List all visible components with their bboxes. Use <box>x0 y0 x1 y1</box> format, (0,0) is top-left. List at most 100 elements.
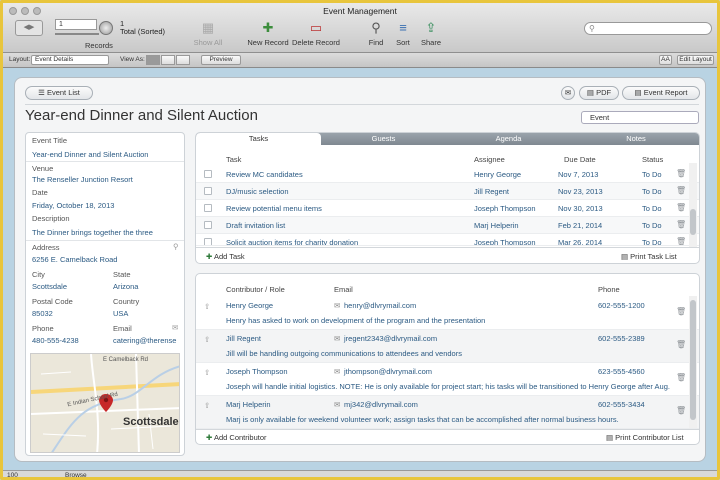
task-assignee[interactable]: Jill Regent <box>474 187 509 196</box>
trash-icon[interactable]: 🗑 <box>676 406 686 415</box>
contributor-phone[interactable]: 602-555-1200 <box>598 301 645 310</box>
trash-icon[interactable]: 🗑 <box>676 237 686 245</box>
record-slider-knob[interactable] <box>99 21 113 35</box>
drag-handle-icon[interactable]: ⇧ <box>204 401 210 410</box>
table-row[interactable]: Review MC candidates Henry George Nov 7,… <box>196 166 699 183</box>
sort-button[interactable]: ≡ Sort <box>394 20 412 47</box>
location-map[interactable]: E Camelback Rd E Indian School Rd Scotts… <box>30 353 180 453</box>
description-field[interactable]: The Dinner brings together the three <box>32 228 153 237</box>
trash-icon[interactable]: 🗑 <box>676 169 686 178</box>
task-complete-checkbox[interactable] <box>204 170 212 178</box>
envelope-icon[interactable]: ✉ <box>172 323 178 332</box>
layout-select[interactable]: Event Details <box>31 55 109 65</box>
tab-tasks[interactable]: Tasks <box>196 133 321 145</box>
trash-icon[interactable]: 🗑 <box>676 220 686 229</box>
share-button[interactable]: ⇪ Share <box>420 20 442 47</box>
contributor-email[interactable]: henry@dlvrymail.com <box>344 301 416 310</box>
delete-record-button[interactable]: ▭ Delete Record <box>292 20 340 47</box>
tab-notes[interactable]: Notes <box>571 133 699 145</box>
country-field[interactable]: USA <box>113 309 128 318</box>
task-status[interactable]: To Do <box>642 238 662 245</box>
edit-layout-button[interactable]: Edit Layout <box>677 55 714 65</box>
contributors-scrollbar[interactable] <box>689 296 697 428</box>
find-button[interactable]: ⚲ Find <box>367 20 385 47</box>
trash-icon[interactable]: 🗑 <box>676 373 686 382</box>
contributor-email[interactable]: jregent2343@dlvrymail.com <box>344 334 437 343</box>
trash-icon[interactable]: 🗑 <box>676 203 686 212</box>
task-due-date[interactable]: Nov 23, 2013 <box>558 187 603 196</box>
preview-button[interactable]: Preview <box>201 55 241 65</box>
record-number-input[interactable]: 1 <box>55 19 97 30</box>
task-complete-checkbox[interactable] <box>204 238 212 245</box>
mode-indicator[interactable]: Browse <box>65 471 87 477</box>
print-task-list-button[interactable]: ▤ Print Task List <box>621 252 677 261</box>
email-button[interactable]: ✉ <box>561 86 575 100</box>
task-name[interactable]: Review potential menu items <box>226 204 322 213</box>
table-row[interactable]: Draft invitation list Marj Helperin Feb … <box>196 217 699 234</box>
task-assignee[interactable]: Joseph Thompson <box>474 204 536 213</box>
task-status[interactable]: To Do <box>642 204 662 213</box>
record-slider[interactable] <box>55 33 99 35</box>
state-field[interactable]: Arizona <box>113 282 138 291</box>
zoom-level[interactable]: 100 <box>7 471 18 477</box>
drag-handle-icon[interactable]: ⇧ <box>204 302 210 311</box>
record-navigation-arrows[interactable]: ◀▶ <box>15 20 43 36</box>
scroll-thumb[interactable] <box>690 209 696 235</box>
table-row[interactable]: DJ/music selection Jill Regent Nov 23, 2… <box>196 183 699 200</box>
task-status[interactable]: To Do <box>642 170 662 179</box>
task-due-date[interactable]: Nov 30, 2013 <box>558 204 603 213</box>
envelope-icon[interactable]: ✉ <box>334 301 340 310</box>
table-row[interactable]: Review potential menu items Joseph Thomp… <box>196 200 699 217</box>
envelope-icon[interactable]: ✉ <box>334 400 340 409</box>
contributor-note[interactable]: Jill will be handling outgoing communica… <box>226 349 462 358</box>
event-title-field[interactable]: Year-end Dinner and Silent Auction <box>32 150 148 159</box>
contributor-email[interactable]: mj342@dlvrymail.com <box>344 400 418 409</box>
tab-guests[interactable]: Guests <box>321 133 446 145</box>
contributor-note[interactable]: Joseph will handle initial logistics. NO… <box>226 382 670 391</box>
venue-field[interactable]: The Renseller Junction Resort <box>32 175 133 184</box>
contributor-phone[interactable]: 623-555-4560 <box>598 367 645 376</box>
drag-handle-icon[interactable]: ⇧ <box>204 335 210 344</box>
list-view-button[interactable] <box>161 55 175 65</box>
contributor-note[interactable]: Henry has asked to work on development o… <box>226 316 485 325</box>
new-record-button[interactable]: ✚ New Record <box>247 20 289 47</box>
contributor-name[interactable]: Henry George <box>226 301 273 310</box>
event-list-button[interactable]: ☰ Event List <box>25 86 93 100</box>
task-complete-checkbox[interactable] <box>204 221 212 229</box>
table-row[interactable]: Solicit auction items for charity donati… <box>196 234 699 246</box>
scroll-thumb[interactable] <box>690 300 696 420</box>
list-item[interactable]: ⇧ Marj Helperin ✉ mj342@dlvrymail.com 60… <box>196 396 699 429</box>
list-item[interactable]: ⇧ Henry George ✉ henry@dlvrymail.com 602… <box>196 297 699 330</box>
contributor-email[interactable]: jthompson@dlvrymail.com <box>344 367 432 376</box>
drag-handle-icon[interactable]: ⇧ <box>204 368 210 377</box>
tab-agenda[interactable]: Agenda <box>446 133 571 145</box>
task-assignee[interactable]: Joseph Thompson <box>474 238 536 245</box>
pdf-button[interactable]: ▤ PDF <box>579 86 619 100</box>
task-complete-checkbox[interactable] <box>204 204 212 212</box>
tasks-scrollbar[interactable] <box>689 163 697 247</box>
print-contributor-list-button[interactable]: ▤ Print Contributor List <box>606 433 684 442</box>
postal-code-field[interactable]: 85032 <box>32 309 53 318</box>
address-field[interactable]: 6256 E. Camelback Road <box>32 255 117 264</box>
envelope-icon[interactable]: ✉ <box>334 367 340 376</box>
text-size-button[interactable]: AA <box>659 55 672 65</box>
show-all-button[interactable]: ▦ Show All <box>192 20 224 47</box>
task-name[interactable]: Solicit auction items for charity donati… <box>226 238 358 245</box>
task-status[interactable]: To Do <box>642 187 662 196</box>
contributor-name[interactable]: Jill Regent <box>226 334 261 343</box>
contributor-note[interactable]: Marj is only available for weekend volun… <box>226 415 619 424</box>
event-type-select[interactable]: Event <box>581 111 699 124</box>
task-due-date[interactable]: Nov 7, 2013 <box>558 170 598 179</box>
contributor-phone[interactable]: 602-555-3434 <box>598 400 645 409</box>
task-assignee[interactable]: Henry George <box>474 170 521 179</box>
task-name[interactable]: DJ/music selection <box>226 187 289 196</box>
form-view-button[interactable] <box>146 55 160 65</box>
event-report-button[interactable]: ▤ Event Report <box>622 86 700 100</box>
trash-icon[interactable]: 🗑 <box>676 186 686 195</box>
city-field[interactable]: Scottsdale <box>32 282 67 291</box>
contributor-name[interactable]: Marj Helperin <box>226 400 271 409</box>
list-item[interactable]: ⇧ Jill Regent ✉ jregent2343@dlvrymail.co… <box>196 330 699 363</box>
trash-icon[interactable]: 🗑 <box>676 307 686 316</box>
contributor-phone[interactable]: 602-555-2389 <box>598 334 645 343</box>
task-due-date[interactable]: Mar 26, 2014 <box>558 238 602 245</box>
